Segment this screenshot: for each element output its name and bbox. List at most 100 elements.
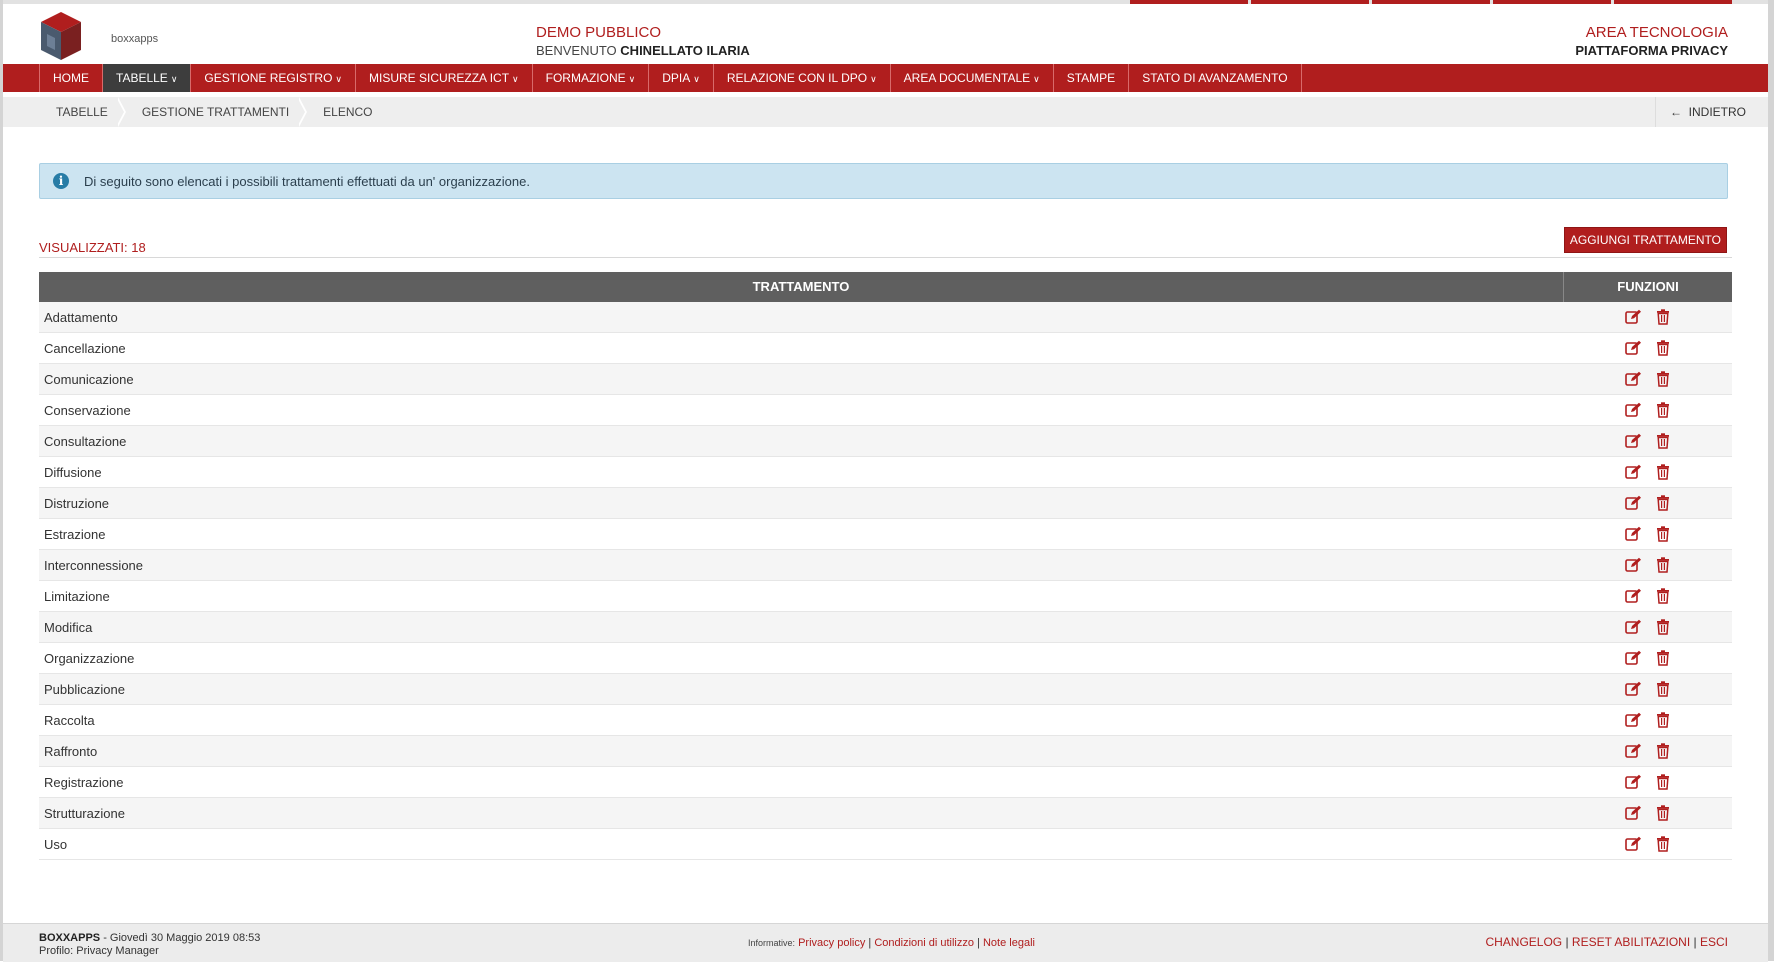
edit-icon[interactable] bbox=[1624, 307, 1644, 327]
nav-item-tabelle[interactable]: TABELLE ∨ bbox=[103, 64, 192, 92]
nav-item-area-documentale[interactable]: AREA DOCUMENTALE ∨ bbox=[891, 64, 1054, 92]
trash-icon[interactable] bbox=[1653, 462, 1673, 482]
trash-icon[interactable] bbox=[1653, 338, 1673, 358]
arrow-left-icon: ← bbox=[1669, 105, 1682, 119]
chevron-down-icon: ∨ bbox=[512, 74, 519, 84]
edit-icon[interactable] bbox=[1624, 431, 1644, 451]
edit-icon[interactable] bbox=[1624, 617, 1644, 637]
nav-item-stampe[interactable]: STAMPE bbox=[1054, 64, 1130, 92]
trash-icon[interactable] bbox=[1653, 400, 1673, 420]
edit-icon[interactable] bbox=[1624, 524, 1644, 544]
edit-icon[interactable] bbox=[1624, 338, 1644, 358]
footer-brand: BOXXAPPS bbox=[39, 932, 101, 944]
logout-link[interactable]: ESCI bbox=[1700, 935, 1728, 949]
trash-icon[interactable] bbox=[1653, 803, 1673, 823]
trash-icon[interactable] bbox=[1653, 555, 1673, 575]
platform-title: PIATTAFORMA PRIVACY bbox=[1575, 43, 1728, 58]
back-label: INDIETRO bbox=[1688, 105, 1746, 119]
row-actions bbox=[1564, 395, 1732, 425]
edit-icon[interactable] bbox=[1624, 679, 1644, 699]
breadcrumb-bar: TABELLE GESTIONE TRATTAMENTI ELENCO ← INDI… bbox=[3, 97, 1768, 127]
trash-icon[interactable] bbox=[1653, 834, 1673, 854]
treatment-name: Organizzazione bbox=[44, 651, 135, 666]
breadcrumb-item[interactable]: ELENCO bbox=[306, 97, 389, 127]
nav-item-misure-sicurezza-ict[interactable]: MISURE SICUREZZA ICT ∨ bbox=[356, 64, 533, 92]
treatment-name: Limitazione bbox=[44, 589, 110, 604]
add-treatment-button[interactable]: AGGIUNGI TRATTAMENTO bbox=[1563, 227, 1727, 253]
edit-icon[interactable] bbox=[1624, 400, 1644, 420]
table-row: Registrazione bbox=[39, 767, 1732, 798]
edit-icon[interactable] bbox=[1624, 462, 1644, 482]
trash-icon[interactable] bbox=[1653, 586, 1673, 606]
trash-icon[interactable] bbox=[1653, 493, 1673, 513]
terms-link[interactable]: Condizioni di utilizzo bbox=[874, 937, 974, 949]
info-alert: i Di seguito sono elencati i possibili t… bbox=[39, 163, 1728, 199]
column-header-treatment[interactable]: TRATTAMENTO bbox=[39, 272, 1564, 302]
nav-item-home[interactable]: HOME bbox=[39, 64, 103, 92]
edit-icon[interactable] bbox=[1624, 710, 1644, 730]
trash-icon[interactable] bbox=[1653, 431, 1673, 451]
trash-icon[interactable] bbox=[1653, 741, 1673, 761]
row-actions bbox=[1564, 488, 1732, 518]
window-frame-left bbox=[0, 0, 3, 961]
area-title: AREA TECNOLOGIA bbox=[1585, 24, 1728, 41]
nav-item-dpia[interactable]: DPIA ∨ bbox=[649, 64, 714, 92]
trash-icon[interactable] bbox=[1653, 369, 1673, 389]
row-actions bbox=[1564, 519, 1732, 549]
nav-item-relazione-con-il-dpo[interactable]: RELAZIONE CON IL DPO ∨ bbox=[714, 64, 891, 92]
legal-notes-link[interactable]: Note legali bbox=[983, 937, 1035, 949]
edit-icon[interactable] bbox=[1624, 834, 1644, 854]
demo-title: DEMO PUBBLICO bbox=[536, 24, 662, 41]
trash-icon[interactable] bbox=[1653, 307, 1673, 327]
edit-icon[interactable] bbox=[1624, 648, 1644, 668]
row-actions bbox=[1564, 612, 1732, 642]
logo-cube-icon bbox=[41, 12, 81, 60]
reset-permissions-link[interactable]: RESET ABILITAZIONI bbox=[1572, 935, 1690, 949]
edit-icon[interactable] bbox=[1624, 586, 1644, 606]
edit-icon[interactable] bbox=[1624, 493, 1644, 513]
treatment-name: Raffronto bbox=[44, 744, 98, 759]
row-actions bbox=[1564, 736, 1732, 766]
treatment-name: Estrazione bbox=[44, 527, 106, 542]
row-actions bbox=[1564, 364, 1732, 394]
footer-profile: Profilo: Privacy Manager bbox=[39, 945, 159, 957]
table-row: Diffusione bbox=[39, 457, 1732, 488]
treatment-name: Conservazione bbox=[44, 403, 131, 418]
nav-item-gestione-registro[interactable]: GESTIONE REGISTRO ∨ bbox=[191, 64, 357, 92]
chevron-down-icon: ∨ bbox=[335, 74, 343, 84]
edit-icon[interactable] bbox=[1624, 555, 1644, 575]
nav-item-label: GESTIONE REGISTRO bbox=[204, 71, 333, 85]
edit-icon[interactable] bbox=[1624, 741, 1644, 761]
edit-icon[interactable] bbox=[1624, 803, 1644, 823]
back-button[interactable]: ← INDIETRO bbox=[1654, 97, 1768, 127]
treatment-name: Raccolta bbox=[44, 713, 95, 728]
trash-icon[interactable] bbox=[1653, 524, 1673, 544]
header: boxxapps DEMO PUBBLICO BENVENUTO CHINELL… bbox=[3, 4, 1768, 64]
trash-icon[interactable] bbox=[1653, 648, 1673, 668]
row-actions bbox=[1564, 457, 1732, 487]
trash-icon[interactable] bbox=[1653, 679, 1673, 699]
trash-icon[interactable] bbox=[1653, 772, 1673, 792]
nav-item-label: DPIA bbox=[662, 71, 691, 85]
nav-item-formazione[interactable]: FORMAZIONE ∨ bbox=[533, 64, 650, 92]
edit-icon[interactable] bbox=[1624, 772, 1644, 792]
table-row: Conservazione bbox=[39, 395, 1732, 426]
breadcrumb-item[interactable]: GESTIONE TRATTAMENTI bbox=[125, 97, 308, 127]
nav-items: HOME TABELLE ∨ GESTIONE REGISTRO ∨ MISURE SIC… bbox=[39, 64, 1302, 92]
table-row: Estrazione bbox=[39, 519, 1732, 550]
privacy-policy-link[interactable]: Privacy policy bbox=[798, 937, 865, 949]
trash-icon[interactable] bbox=[1653, 710, 1673, 730]
breadcrumb-item[interactable]: TABELLE bbox=[39, 97, 126, 127]
table-row: Adattamento bbox=[39, 302, 1732, 333]
treatment-name: Uso bbox=[44, 837, 68, 852]
treatment-name: Pubblicazione bbox=[44, 682, 125, 697]
changelog-link[interactable]: CHANGELOG bbox=[1485, 935, 1562, 949]
nav-item-label: STATO DI AVANZAMENTO bbox=[1142, 71, 1288, 85]
user-name: CHINELLATO ILARIA bbox=[620, 43, 750, 58]
app-logo[interactable]: boxxapps bbox=[39, 8, 158, 64]
trash-icon[interactable] bbox=[1653, 617, 1673, 637]
main-nav: HOME TABELLE ∨ GESTIONE REGISTRO ∨ MISURE SIC… bbox=[3, 64, 1768, 92]
edit-icon[interactable] bbox=[1624, 369, 1644, 389]
nav-item-stato-di-avanzamento[interactable]: STATO DI AVANZAMENTO bbox=[1129, 64, 1302, 92]
table-row: Raccolta bbox=[39, 705, 1732, 736]
